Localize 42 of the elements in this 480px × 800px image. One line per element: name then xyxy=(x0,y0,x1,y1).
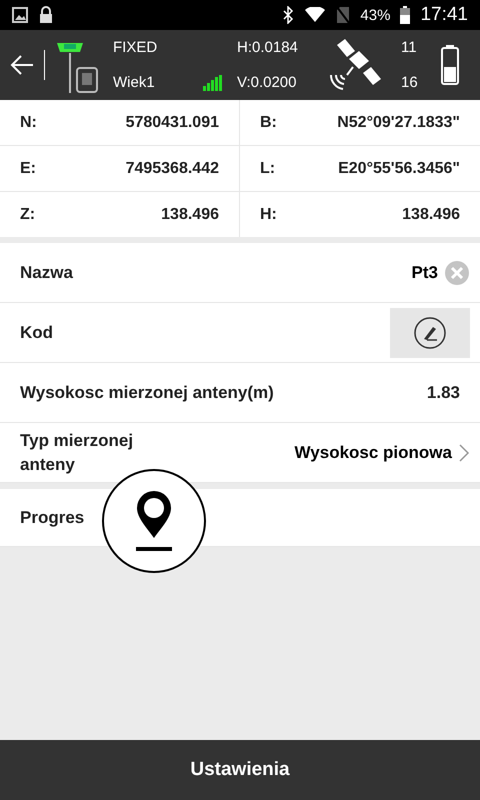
vertical-precision: V:0.0200 xyxy=(237,74,298,91)
coordinate-label: B: xyxy=(260,114,277,132)
satellites-used: 11 xyxy=(401,39,418,56)
field-label: Nazwa xyxy=(20,262,73,282)
map-pin-icon xyxy=(134,489,174,553)
coordinate-label: H: xyxy=(260,206,277,224)
field-label: Typ mierzonej anteny xyxy=(20,430,134,476)
name-value[interactable]: Pt3 xyxy=(412,262,438,282)
horizontal-precision: H:0.0184 xyxy=(237,39,299,56)
coordinate-value: N52°09'27.1833" xyxy=(337,114,460,132)
coordinate-value: 138.496 xyxy=(161,206,219,224)
coordinate-label: N: xyxy=(20,114,37,132)
coordinate-label: L: xyxy=(260,160,276,178)
progress-label: Progres xyxy=(20,508,84,528)
coordinate-value: E20°55'56.3456" xyxy=(338,160,460,178)
coordinate-value: 7495368.442 xyxy=(126,160,219,178)
battery-percentage: 43% xyxy=(360,6,390,24)
signal-bars-icon xyxy=(203,75,223,91)
antenna-type-value[interactable]: Wysokosc pionowa xyxy=(294,442,452,462)
battery-icon xyxy=(400,6,410,24)
point-name: Wiek1 xyxy=(113,74,156,91)
coordinate-value: 138.496 xyxy=(402,206,460,224)
image-icon xyxy=(12,7,28,23)
coordinate-label: E: xyxy=(20,160,36,178)
antenna-height-value: 1.83 xyxy=(426,382,460,402)
no-sim-icon xyxy=(336,6,350,24)
satellites-visible: 16 xyxy=(401,74,419,91)
clock-time: 17:41 xyxy=(420,4,468,26)
settings-button[interactable]: Ustawienia xyxy=(0,740,480,800)
solution-status: FIXED xyxy=(113,39,158,56)
pencil-icon xyxy=(413,316,447,350)
back-arrow-icon[interactable] xyxy=(9,54,35,76)
battery-icon xyxy=(441,45,459,85)
code-edit-button[interactable] xyxy=(390,308,470,358)
lock-icon xyxy=(38,6,54,24)
chevron-right-icon[interactable] xyxy=(458,442,470,462)
bluetooth-icon xyxy=(282,6,294,24)
field-label: Wysokosc mierzonej anteny(m) xyxy=(20,382,274,402)
wifi-icon xyxy=(304,7,326,23)
coordinate-label: Z: xyxy=(20,206,36,224)
coordinate-value: 5780431.091 xyxy=(126,114,219,132)
field-label: Kod xyxy=(20,322,54,342)
